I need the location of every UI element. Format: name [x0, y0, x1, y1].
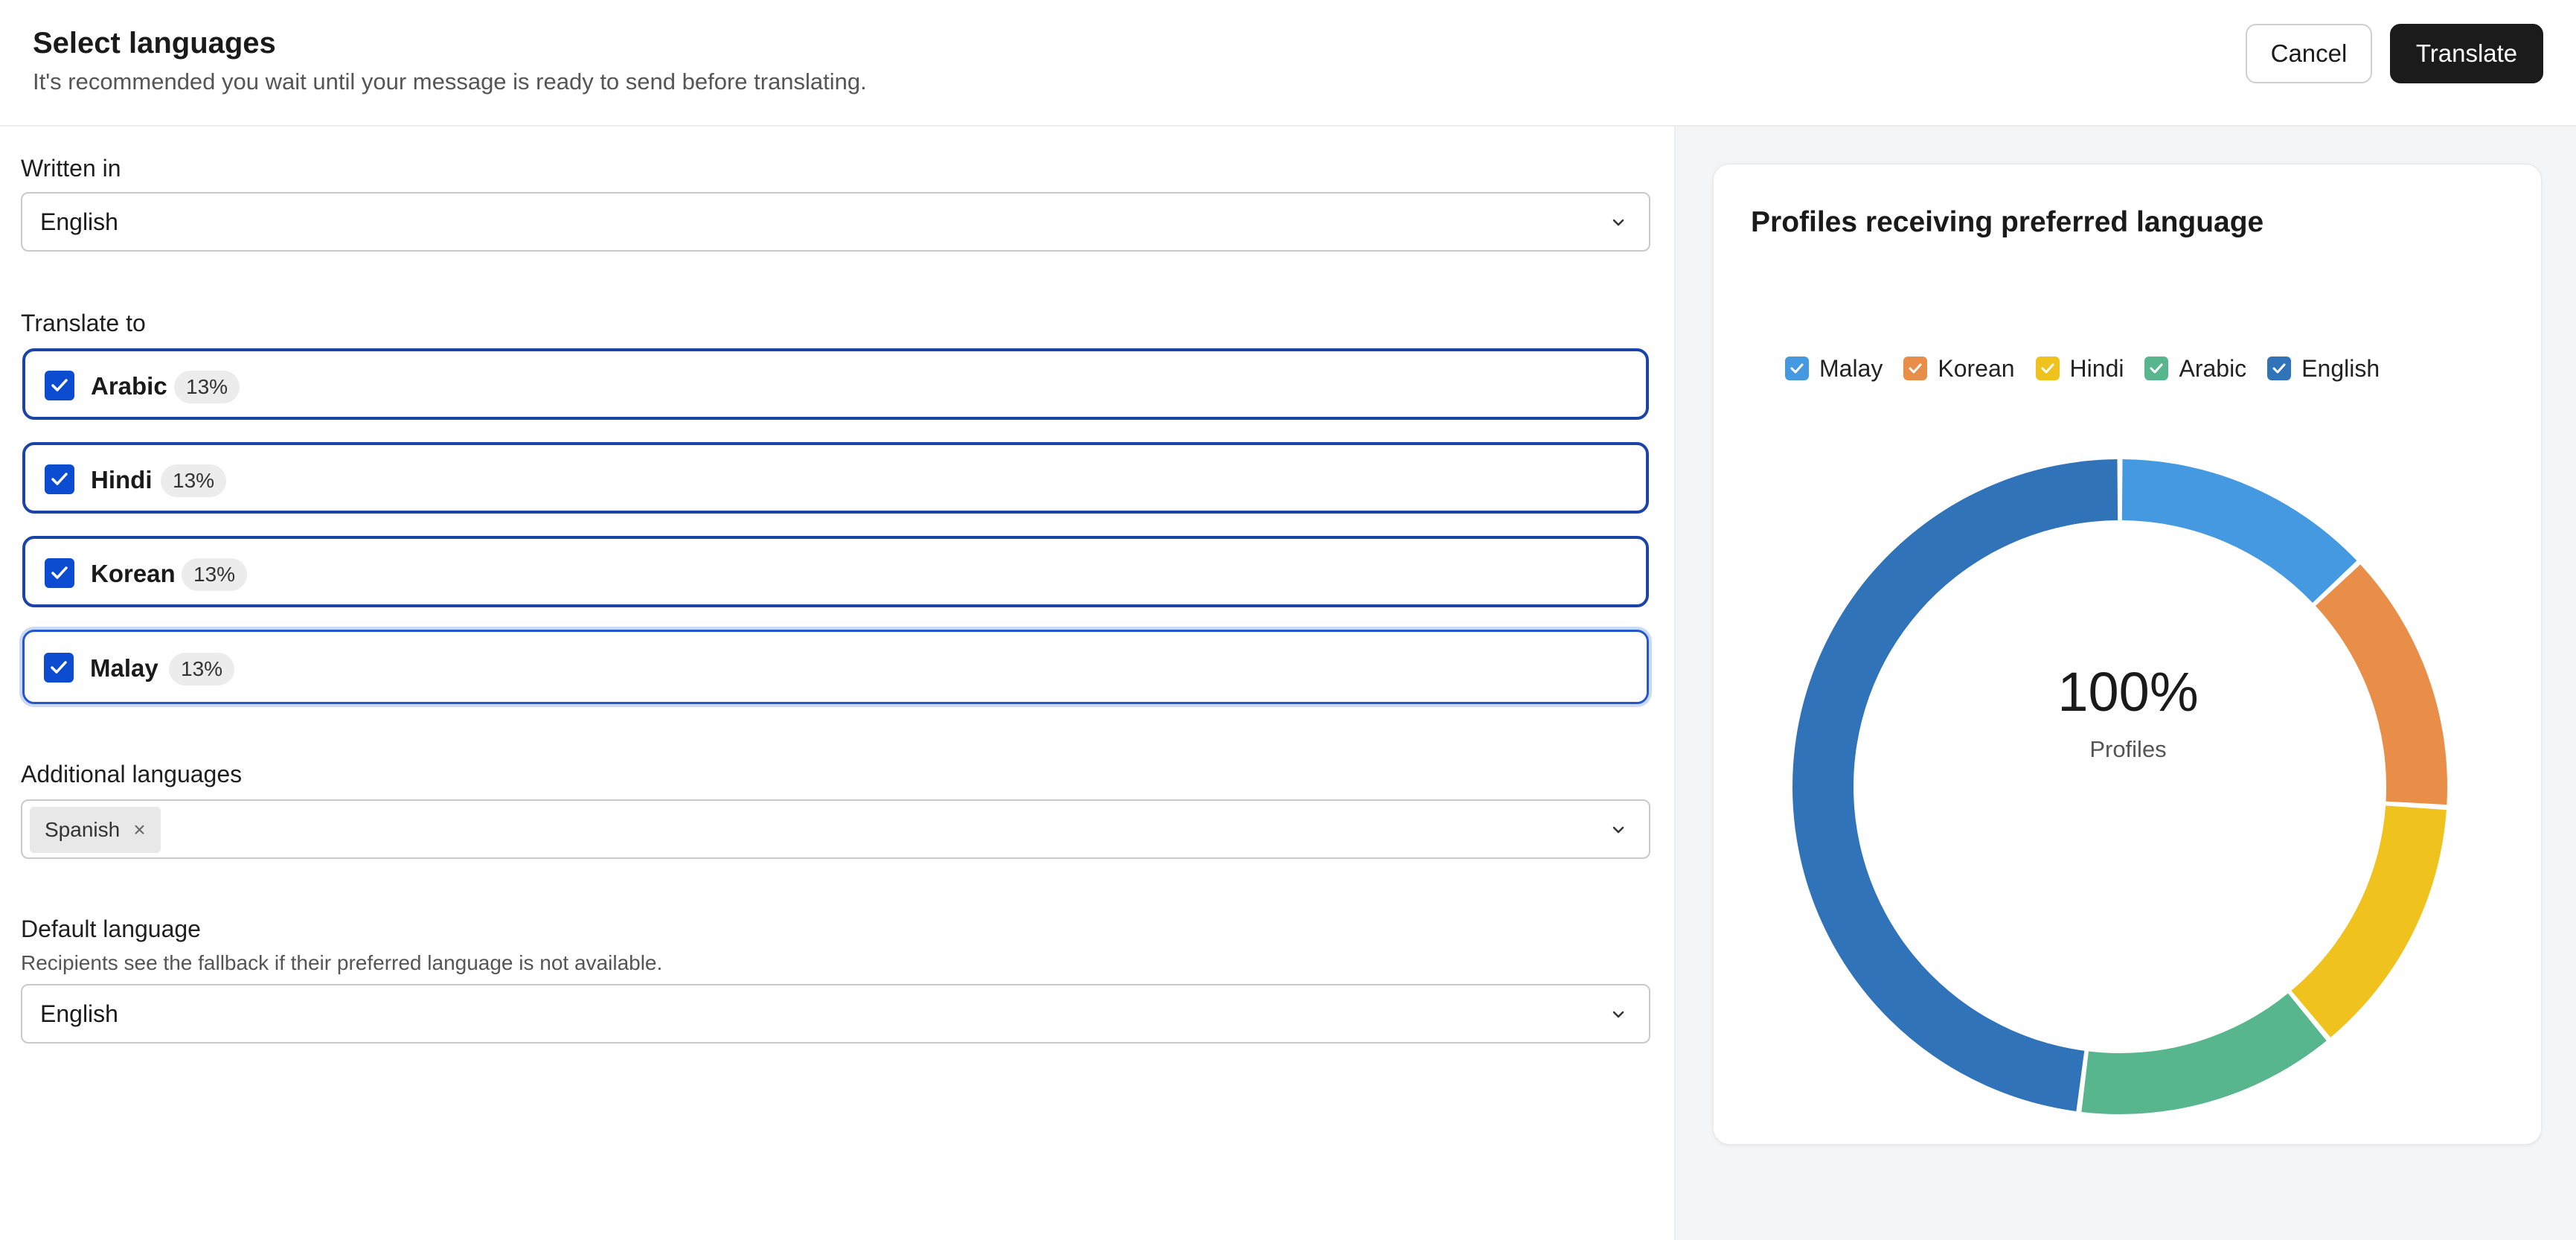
- language-name: Hindi: [91, 466, 153, 493]
- preview-panel: Profiles receiving preferred language Ma…: [1674, 127, 2576, 1240]
- translate-to-label: Translate to: [21, 310, 146, 336]
- percent-badge: 13%: [169, 653, 235, 685]
- donut-segment-malay[interactable]: [2121, 459, 2357, 603]
- chevron-down-icon: [1612, 219, 1624, 226]
- written-in-select[interactable]: English: [21, 192, 1650, 252]
- translate-button[interactable]: Translate: [2390, 24, 2543, 83]
- chip-label: Spanish: [45, 818, 121, 841]
- percent-badge: 13%: [161, 464, 227, 497]
- donut-segment-arabic[interactable]: [2081, 993, 2327, 1114]
- language-name: Korean: [91, 560, 176, 587]
- language-name: Arabic: [91, 372, 167, 400]
- additional-languages-select[interactable]: Spanish ×: [21, 799, 1650, 859]
- donut-segment-english[interactable]: [1792, 459, 2118, 1112]
- language-option-arabic[interactable]: Arabic 13%: [22, 348, 1649, 420]
- percent-badge: 13%: [174, 371, 240, 403]
- language-form: Written in English Translate to Arabic 1…: [0, 127, 1674, 1240]
- language-option-malay[interactable]: Malay 13%: [22, 630, 1649, 704]
- written-in-label: Written in: [21, 155, 121, 182]
- percent-badge: 13%: [182, 558, 248, 591]
- dialog-title: Select languages: [33, 27, 276, 60]
- dialog-subtitle: It's recommended you wait until your mes…: [33, 68, 867, 95]
- default-language-value: English: [40, 1000, 118, 1027]
- cancel-button[interactable]: Cancel: [2246, 24, 2372, 83]
- dialog-header: Select languages It's recommended you wa…: [0, 0, 2576, 127]
- chart-card: Profiles receiving preferred language Ma…: [1713, 164, 2542, 1145]
- checkbox-checked-icon[interactable]: [45, 464, 74, 494]
- language-name: Malay: [90, 654, 158, 682]
- language-option-hindi[interactable]: Hindi 13%: [22, 442, 1649, 514]
- center-value: 100%: [2057, 661, 2199, 723]
- donut-segment-hindi[interactable]: [2291, 805, 2447, 1038]
- default-language-helper: Recipients see the fallback if their pre…: [21, 951, 663, 974]
- chevron-down-icon: [1612, 826, 1624, 834]
- language-option-korean[interactable]: Korean 13%: [22, 536, 1649, 607]
- additional-languages-label: Additional languages: [21, 761, 243, 787]
- donut-chart: [1792, 459, 2447, 1114]
- center-label: Profiles: [2089, 736, 2167, 762]
- language-chip: Spanish ×: [30, 807, 161, 853]
- close-icon[interactable]: ×: [133, 818, 145, 841]
- chevron-down-icon: [1612, 1011, 1624, 1018]
- default-language-select[interactable]: English: [21, 984, 1650, 1044]
- checkbox-checked-icon[interactable]: [45, 371, 74, 400]
- default-language-label: Default language: [21, 915, 201, 942]
- checkbox-checked-icon[interactable]: [44, 653, 74, 683]
- written-in-value: English: [40, 208, 118, 235]
- checkbox-checked-icon[interactable]: [45, 558, 74, 588]
